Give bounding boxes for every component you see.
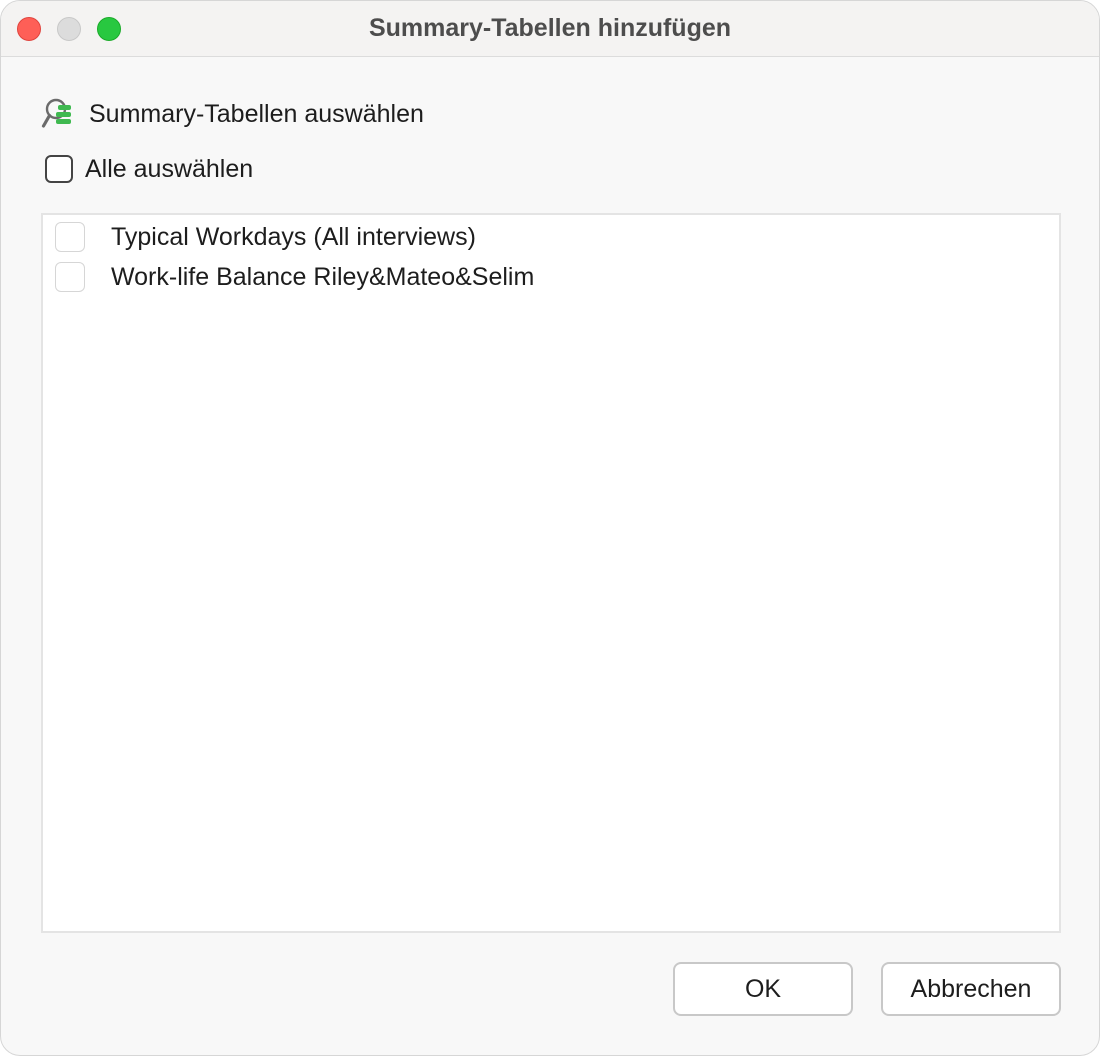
dialog-window: Summary-Tabellen hinzufügen Summary-Tabe… — [0, 0, 1100, 1056]
title-bar: Summary-Tabellen hinzufügen — [1, 1, 1099, 57]
list-item-checkbox[interactable] — [55, 222, 85, 252]
list-item-label: Work-life Balance Riley&Mateo&Selim — [111, 262, 535, 291]
list-item-checkbox[interactable] — [55, 262, 85, 292]
cancel-button[interactable]: Abbrechen — [881, 962, 1061, 1016]
select-all-row[interactable]: Alle auswählen — [45, 153, 253, 185]
section-label: Summary-Tabellen auswählen — [89, 99, 424, 128]
list-item-label: Typical Workdays (All interviews) — [111, 222, 476, 251]
summary-table-search-icon — [41, 98, 71, 128]
select-all-label[interactable]: Alle auswählen — [85, 155, 253, 184]
section-header: Summary-Tabellen auswählen — [41, 97, 424, 131]
window-title: Summary-Tabellen hinzufügen — [368, 14, 732, 42]
list-item[interactable]: Typical Workdays (All interviews) — [55, 217, 476, 257]
select-all-checkbox[interactable] — [45, 155, 73, 183]
ok-button[interactable]: OK — [673, 962, 853, 1016]
list-item[interactable]: Work-life Balance Riley&Mateo&Selim — [55, 257, 534, 297]
summary-table-list[interactable]: Typical Workdays (All interviews) Work-l… — [41, 213, 1061, 933]
